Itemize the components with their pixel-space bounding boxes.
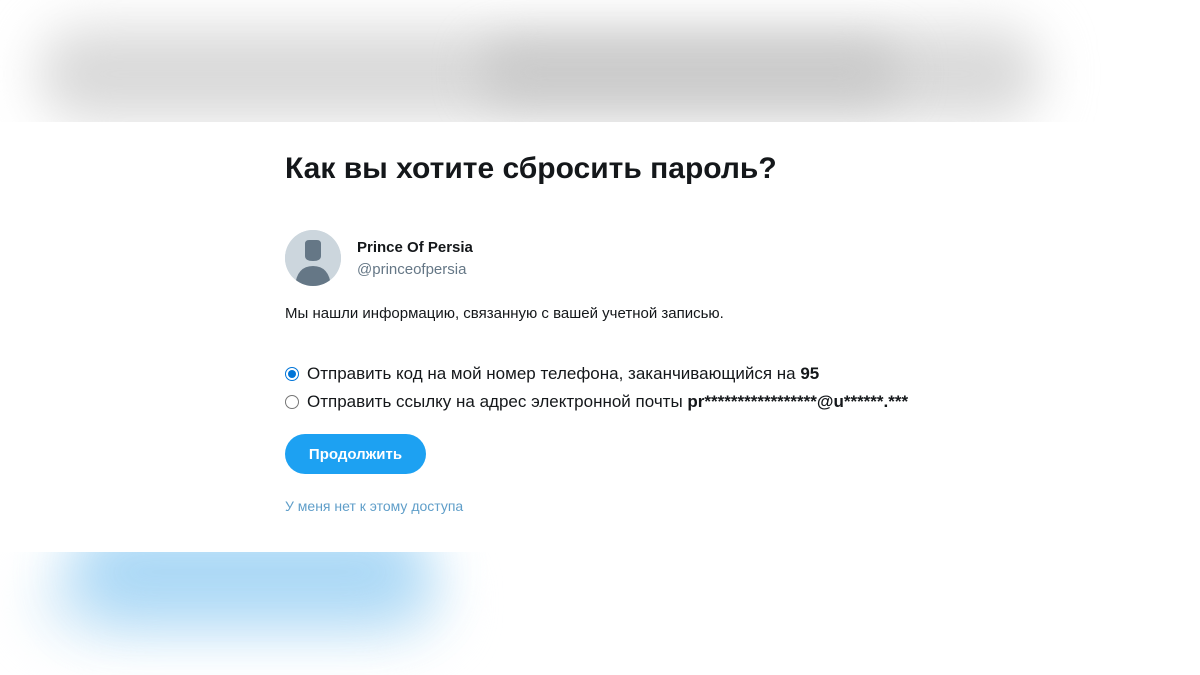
radio-email[interactable] [285, 395, 299, 409]
option-phone-text: Отправить код на мой номер телефона, зак… [307, 364, 801, 383]
page: Как вы хотите сбросить пароль? Prince Of… [0, 0, 1200, 675]
account-handle: @princeofpersia [357, 261, 467, 278]
no-access-link[interactable]: У меня нет к этому доступа [285, 498, 463, 514]
reset-password-panel: Как вы хотите сбросить пароль? Prince Of… [285, 122, 985, 552]
option-email-masked: pr*****************@u******.*** [687, 392, 909, 411]
option-phone[interactable]: Отправить код на мой номер телефона, зак… [285, 360, 908, 388]
option-phone-label: Отправить код на мой номер телефона, зак… [307, 364, 819, 384]
reset-method-options: Отправить код на мой номер телефона, зак… [285, 360, 908, 416]
blur-glow [70, 552, 430, 622]
option-email-text: Отправить ссылку на адрес электронной по… [307, 392, 688, 411]
info-text: Мы нашли информацию, связанную с вашей у… [285, 305, 724, 322]
blur-smear [480, 44, 900, 100]
option-email[interactable]: Отправить ссылку на адрес электронной по… [285, 388, 908, 416]
page-title: Как вы хотите сбросить пароль? [285, 152, 777, 185]
account-name: Prince Of Persia [357, 239, 473, 256]
continue-button[interactable]: Продолжить [285, 434, 426, 474]
blurred-footer [0, 552, 1200, 675]
option-email-label: Отправить ссылку на адрес электронной по… [307, 392, 908, 412]
blurred-header [0, 0, 1200, 122]
option-phone-suffix: 95 [800, 364, 820, 383]
account-card: Prince Of Persia @princeofpersia [285, 230, 685, 286]
default-avatar-icon [285, 230, 341, 286]
radio-phone[interactable] [285, 367, 299, 381]
